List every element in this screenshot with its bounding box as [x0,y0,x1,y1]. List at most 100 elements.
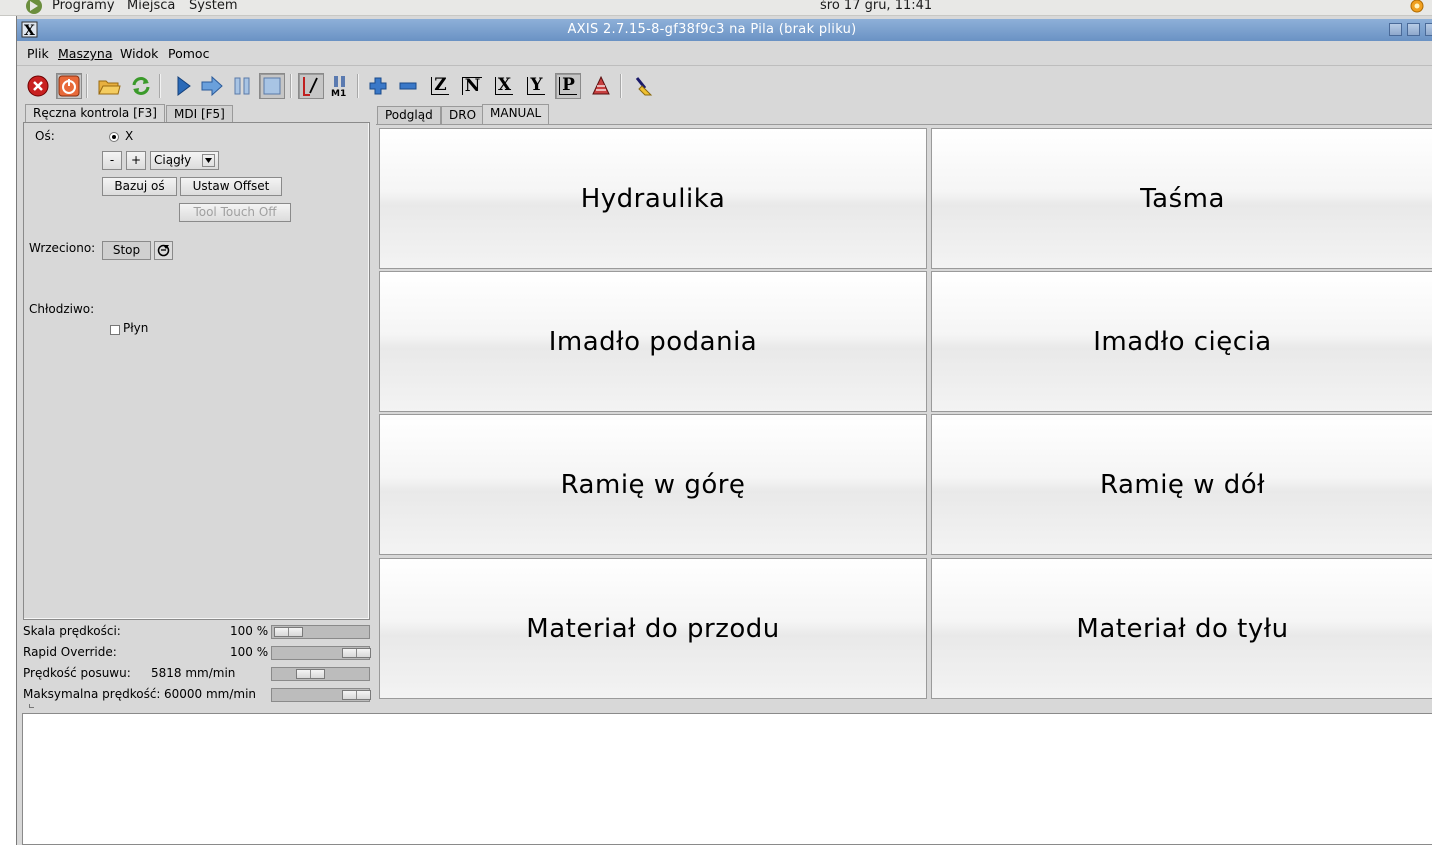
flood-checkbox[interactable] [110,325,120,335]
pause-icon [234,77,250,95]
distro-logo-icon[interactable] [24,0,44,15]
manual-control-panel: Oś: X - + Ciągły Bazuj oś Ustaw Offset T… [23,122,370,620]
view-z-icon: Z [431,77,449,95]
tab-manual[interactable]: MANUAL [482,104,550,124]
feed-override-value: 100 % [230,624,269,638]
set-offset-button[interactable]: Ustaw Offset [180,177,282,196]
feed-override-slider[interactable] [271,625,370,639]
block-delete-icon [303,77,318,96]
max-velocity-slider[interactable] [271,688,371,702]
step-icon [201,75,223,97]
step-button[interactable] [199,73,225,99]
view-p-button[interactable]: P [555,73,581,99]
tab-dro[interactable]: DRO [441,106,485,125]
clear-plot-button[interactable] [631,73,657,99]
axis-label: Oś: [35,129,55,143]
jog-mode-value: Ciągły [154,153,192,167]
top-panel: Programy Miejsca System śro 17 gru, 11:4… [0,0,1432,16]
optional-stop-toggle[interactable]: M1 [327,73,353,99]
spindle-label: Wrzeciono: [29,241,96,255]
estop-button[interactable] [25,73,51,99]
feed-vise-button[interactable]: Imadło podania [379,271,927,412]
run-icon [177,76,191,96]
chevron-down-icon [202,154,215,167]
pane-resize-handle[interactable] [29,704,34,708]
view-x-icon: X [494,77,514,95]
conveyor-button[interactable]: Taśma [931,128,1432,269]
slider-thumb[interactable] [296,669,325,679]
menu-maszyna[interactable]: Maszyna [58,46,113,61]
clear-plot-icon [635,77,653,96]
title-bar[interactable]: X AXIS 2.7.15-8-gf38f9c3 na Pila (brak p… [17,19,1432,41]
svg-text:M1: M1 [331,89,346,97]
menu-widok[interactable]: Widok [120,46,158,61]
stop-button[interactable] [259,73,285,99]
rotate-view-icon [592,75,610,95]
home-axis-button[interactable]: Bazuj oś [102,177,177,196]
toolbar: M1 Z N X Y P [17,70,1432,102]
tab-preview[interactable]: Podgląd [377,106,441,125]
tool-touch-off-button[interactable]: Tool Touch Off [179,203,291,222]
console-output[interactable] [22,713,1432,845]
block-delete-toggle[interactable] [298,73,324,99]
optional-stop-icon: M1 [331,76,346,97]
view-y-button[interactable]: Y [523,73,549,99]
jog-mode-select[interactable]: Ciągły [150,151,219,170]
rapid-override-value: 100 % [230,645,269,659]
maximize-button[interactable] [1407,23,1420,36]
view-z2-button[interactable]: N [459,73,485,99]
open-file-icon [98,80,121,95]
spindle-rotate-icon [157,244,170,257]
axis-x-label: X [125,129,134,143]
zoom-out-button[interactable] [395,73,421,99]
panel-menu-system[interactable]: System [189,0,237,13]
power-icon [58,75,80,97]
minimize-button[interactable] [1389,23,1402,36]
window-title: AXIS 2.7.15-8-gf38f9c3 na Pila (brak pli… [567,22,857,37]
slider-thumb[interactable] [342,690,371,700]
cut-vise-button[interactable]: Imadło cięcia [931,271,1432,412]
menu-pomoc[interactable]: Pomoc [168,46,209,61]
open-file-button[interactable] [96,73,122,99]
jog-plus-button[interactable]: + [126,151,146,170]
rapid-override-slider[interactable] [271,646,371,660]
axis-window: X AXIS 2.7.15-8-gf38f9c3 na Pila (brak p… [16,16,1432,845]
slider-thumb[interactable] [342,648,371,658]
view-z-button[interactable]: Z [427,73,453,99]
axis-x-radio[interactable] [109,132,119,142]
zoom-out-icon [399,82,417,90]
rapid-override-label: Rapid Override: [23,645,117,659]
view-x-button[interactable]: X [491,73,517,99]
panel-menu-miejsca[interactable]: Miejsca [127,0,175,13]
run-button[interactable] [170,73,196,99]
material-backward-button[interactable]: Materiał do tyłu [931,558,1432,699]
tab-manual-control[interactable]: Ręczna kontrola [F3] [25,104,165,124]
spindle-stop-button[interactable]: Stop [102,241,151,260]
menu-plik[interactable]: Plik [27,46,49,61]
jog-speed-slider[interactable] [271,667,370,681]
jog-speed-label: Prędkość posuwu: [23,666,131,680]
reload-icon [132,77,150,95]
machine-power-button[interactable] [56,73,82,99]
slider-thumb[interactable] [274,627,303,637]
hydraulics-button[interactable]: Hydraulika [379,128,927,269]
arm-up-button[interactable]: Ramię w górę [379,414,927,555]
spindle-direction-button[interactable] [154,241,173,260]
stop-icon [263,77,281,95]
update-notifier-icon[interactable] [1406,0,1428,16]
material-forward-button[interactable]: Materiał do przodu [379,558,927,699]
jog-minus-button[interactable]: - [102,151,122,170]
zoom-in-button[interactable] [365,73,391,99]
reload-button[interactable] [128,73,154,99]
arm-down-button[interactable]: Ramię w dół [931,414,1432,555]
manual-buttons-panel: Hydraulika Taśma Imadło podania Imadło c… [376,124,1432,705]
estop-icon [27,75,49,97]
jog-speed-value: 5818 mm/min [151,666,236,680]
max-velocity-label: Maksymalna prędkość: [23,687,161,701]
coolant-label: Chłodziwo: [29,302,95,316]
rotate-view-button[interactable] [588,73,614,99]
panel-menu-programy[interactable]: Programy [52,0,115,13]
pause-button[interactable] [229,73,255,99]
close-button[interactable] [1425,23,1432,36]
panel-clock[interactable]: śro 17 gru, 11:41 [820,0,932,13]
